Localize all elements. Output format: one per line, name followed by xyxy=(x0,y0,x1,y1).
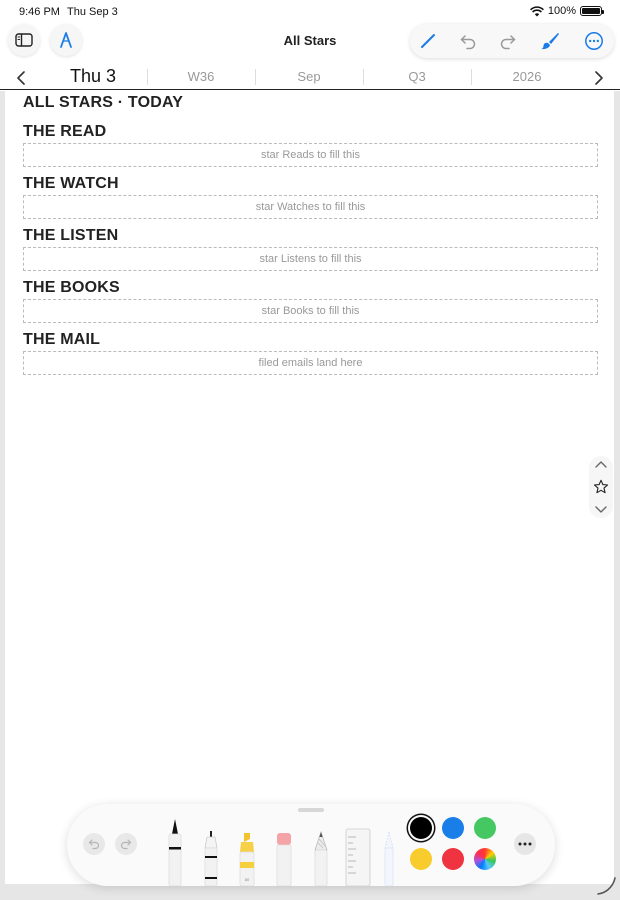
sidebar-icon xyxy=(15,33,33,47)
palette-drag-handle[interactable] xyxy=(298,808,324,812)
chevron-left-icon xyxy=(17,71,25,85)
undo-icon xyxy=(460,35,476,50)
color-swatch-red[interactable] xyxy=(442,848,464,870)
ruler-tool[interactable] xyxy=(345,828,371,886)
star-icon[interactable] xyxy=(593,479,609,495)
redo-icon xyxy=(500,35,516,50)
status-date: Thu Sep 3 xyxy=(67,6,118,18)
brush-icon xyxy=(541,33,559,50)
section-box-books[interactable]: star Books to fill this xyxy=(23,299,598,323)
section-title-listen: THE LISTEN xyxy=(23,227,119,244)
tab-day[interactable]: Thu 3 xyxy=(40,66,146,87)
palette-undo-button[interactable] xyxy=(83,833,105,855)
chevron-right-icon xyxy=(595,71,603,85)
section-placeholder: star Books to fill this xyxy=(261,305,360,317)
color-swatch-yellow[interactable] xyxy=(410,848,432,870)
pen-tool-button[interactable] xyxy=(418,31,438,51)
pen-tool[interactable] xyxy=(166,818,184,886)
next-date-button[interactable] xyxy=(589,68,609,88)
battery-icon xyxy=(580,6,604,16)
status-time: 9:46 PM xyxy=(19,6,60,18)
section-box-listen[interactable]: star Listens to fill this xyxy=(23,247,598,271)
section-title-read: THE READ xyxy=(23,123,107,140)
svg-text:80: 80 xyxy=(245,877,250,882)
palette-more-button[interactable] xyxy=(514,833,536,855)
sidebar-toggle-button[interactable] xyxy=(8,24,40,56)
markup-icon xyxy=(60,32,72,48)
tab-month[interactable]: Sep xyxy=(256,69,362,84)
status-bar: 9:46 PM Thu Sep 3 100% xyxy=(0,0,620,24)
more-icon xyxy=(585,32,603,50)
more-options-button[interactable] xyxy=(584,31,604,51)
lasso-tool[interactable] xyxy=(381,830,397,886)
redo-icon xyxy=(120,839,132,850)
undo-button[interactable] xyxy=(458,31,478,51)
tab-week[interactable]: W36 xyxy=(148,69,254,84)
battery-percent: 100% xyxy=(547,5,576,17)
section-title-mail: THE MAIL xyxy=(23,331,101,348)
markup-toggle-button[interactable] xyxy=(50,24,82,56)
color-swatch-green[interactable] xyxy=(474,817,496,839)
more-icon xyxy=(518,842,532,846)
chevron-down-icon[interactable] xyxy=(595,506,607,514)
wifi-icon xyxy=(529,5,544,16)
pencil-tool[interactable] xyxy=(311,830,331,886)
tab-quarter[interactable]: Q3 xyxy=(364,69,470,84)
fineliner-tool[interactable] xyxy=(202,830,220,886)
brush-tool-button[interactable] xyxy=(540,31,560,51)
color-picker-swatch[interactable] xyxy=(474,848,496,870)
status-right: 100% xyxy=(529,5,604,17)
highlighter-tool[interactable]: 80 xyxy=(237,832,257,886)
eraser-tool[interactable] xyxy=(274,832,294,886)
section-placeholder: star Reads to fill this xyxy=(260,149,361,161)
side-page-controls xyxy=(589,456,613,518)
previous-date-button[interactable] xyxy=(11,68,31,88)
color-swatch-blue[interactable] xyxy=(442,817,464,839)
page-edge-left xyxy=(0,91,5,886)
tab-year[interactable]: 2026 xyxy=(472,69,582,84)
section-box-read[interactable]: star Reads to fill this xyxy=(23,143,598,167)
section-box-watch[interactable]: star Watches to fill this xyxy=(23,195,598,219)
date-navigation: Thu 3 W36 Sep Q3 2026 xyxy=(0,66,620,90)
palette-redo-button[interactable] xyxy=(115,833,137,855)
page-edge-right xyxy=(614,91,620,886)
page-edge-bottom xyxy=(0,884,620,900)
toolbar-tools xyxy=(410,24,614,58)
section-placeholder: filed emails land here xyxy=(258,357,363,369)
chevron-up-icon[interactable] xyxy=(595,460,607,468)
undo-icon xyxy=(88,839,100,850)
section-title-watch: THE WATCH xyxy=(23,175,119,192)
section-placeholder: star Watches to fill this xyxy=(255,201,366,213)
drawing-palette: 80 xyxy=(67,804,555,886)
redo-button[interactable] xyxy=(498,31,518,51)
page-content: ALL STARS · TODAY THE READ star Reads to… xyxy=(23,94,598,375)
section-title-books: THE BOOKS xyxy=(23,279,120,296)
color-swatch-black[interactable] xyxy=(410,817,432,839)
pen-icon xyxy=(421,34,435,48)
section-box-mail[interactable]: filed emails land here xyxy=(23,351,598,375)
page-heading: ALL STARS · TODAY xyxy=(23,94,184,111)
corner-handle-icon[interactable] xyxy=(596,876,618,896)
section-placeholder: star Listens to fill this xyxy=(259,253,362,265)
